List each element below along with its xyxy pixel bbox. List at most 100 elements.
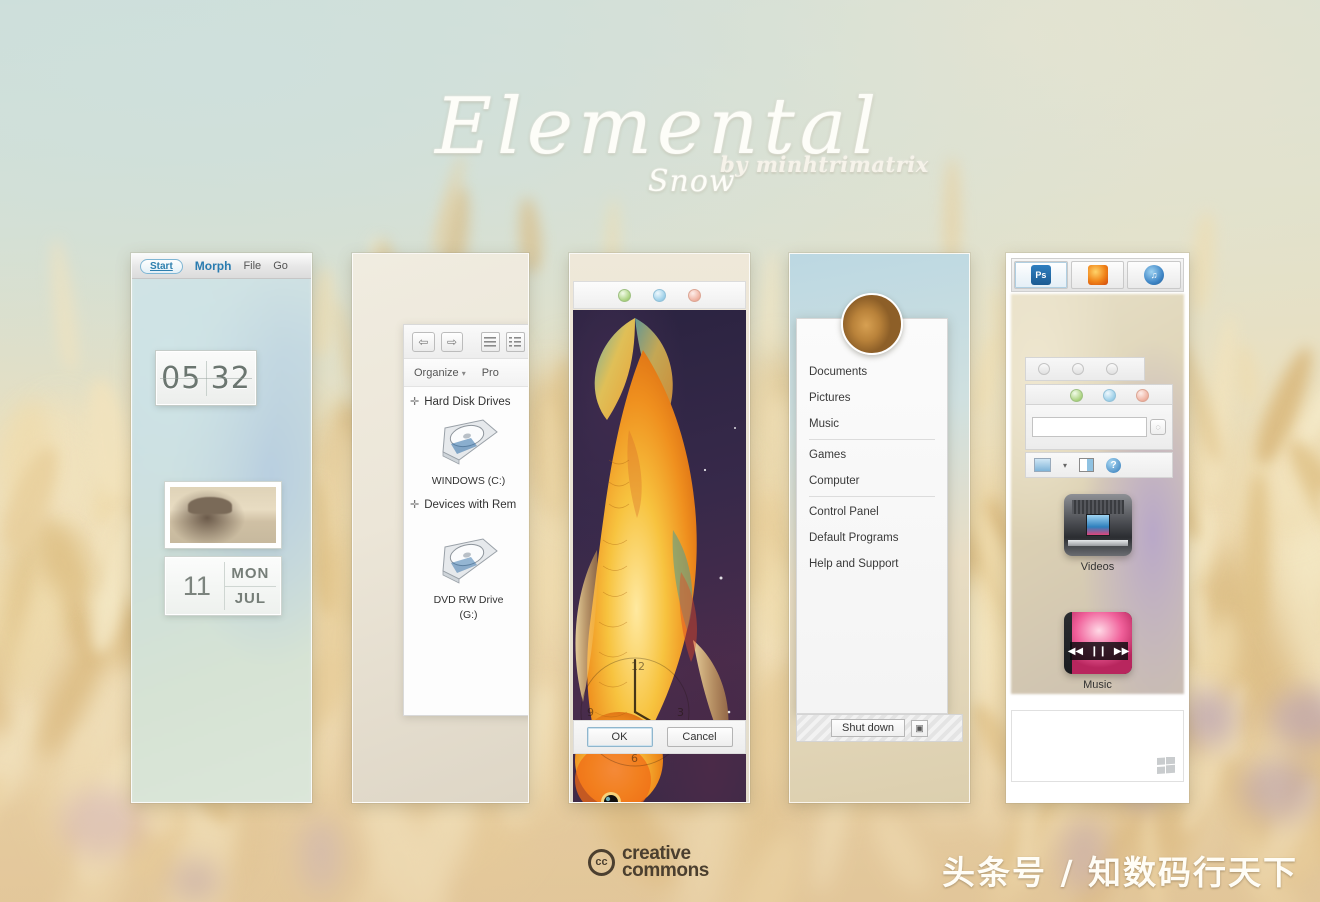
rock-shape xyxy=(188,497,232,514)
drive-label: WINDOWS (C:) xyxy=(404,475,529,488)
photoshop-icon: Ps xyxy=(1031,265,1051,285)
lion-avatar[interactable] xyxy=(841,293,903,355)
sidebar-item-pictures[interactable]: Pictures xyxy=(797,385,947,411)
drive-label-2: (G:) xyxy=(404,609,529,622)
taskbar-item-itunes[interactable]: ♫ xyxy=(1127,261,1181,289)
window-chrome-row-gray xyxy=(1025,357,1145,381)
minimize-button[interactable] xyxy=(1070,389,1083,402)
video-folder-icon xyxy=(1064,494,1132,556)
maximize-icon[interactable] xyxy=(1072,363,1084,375)
shutdown-options-icon[interactable]: ▣ xyxy=(911,720,928,737)
toolbar-row: ▾ ? xyxy=(1025,452,1173,478)
panel-start-menu: Documents Pictures Music Games Computer … xyxy=(789,253,970,803)
details-view-icon[interactable] xyxy=(506,332,525,352)
sidebar-item-documents[interactable]: Documents xyxy=(797,359,947,385)
taskbar-item-firefox[interactable] xyxy=(1071,261,1125,289)
folder-label: Videos xyxy=(1064,561,1132,573)
panel-fish-dialog: 12 3 69 OK Cancel xyxy=(569,253,750,803)
picture-icon[interactable] xyxy=(1034,458,1051,472)
chevron-down-icon[interactable]: ▾ xyxy=(1063,461,1067,470)
firefox-icon xyxy=(1088,265,1108,285)
hard-disk-icon xyxy=(437,416,501,468)
date-day-number: 11 xyxy=(170,562,225,610)
drive-label: DVD RW Drive xyxy=(404,594,529,607)
forward-icon[interactable]: ▶▶ xyxy=(1114,646,1129,657)
group-label: Devices with Rem xyxy=(424,499,516,511)
back-arrow-icon[interactable]: ⇦ xyxy=(412,332,435,352)
group-header-removable[interactable]: ✛ Devices with Rem xyxy=(404,490,529,515)
search-row: ◌ xyxy=(1025,404,1173,450)
rewind-icon[interactable]: ◀◀ xyxy=(1068,646,1083,657)
windows-logo-icon xyxy=(1157,757,1175,775)
sidebar-item-help-and-support[interactable]: Help and Support xyxy=(797,551,947,577)
group-label: Hard Disk Drives xyxy=(424,396,510,408)
panel-taskbar-folders: Ps ♫ ◌ ▾ ? Videos ◀◀ ❙❙ ▶▶ Music xyxy=(1006,253,1189,803)
landscape-photo-icon xyxy=(170,487,276,543)
date-month: JUL xyxy=(225,586,276,611)
clock-minutes: 32 xyxy=(206,361,256,396)
menu-separator xyxy=(809,439,935,440)
minimize-icon[interactable] xyxy=(1038,363,1050,375)
sidebar-item-control-panel[interactable]: Control Panel xyxy=(797,499,947,525)
itunes-icon: ♫ xyxy=(1144,265,1164,285)
music-folder-icon: ◀◀ ❙❙ ▶▶ xyxy=(1064,612,1132,674)
date-weekday: MON xyxy=(225,562,276,586)
search-input[interactable] xyxy=(1032,417,1147,437)
creative-commons-logo: cc creative commons xyxy=(588,845,709,879)
explorer-window: ⇦ ⇨ Organize ▾ Pro ✛ Hard Disk Drives WI… xyxy=(403,324,529,716)
panel-file-explorer: ⇦ ⇨ Organize ▾ Pro ✛ Hard Disk Drives WI… xyxy=(352,253,529,803)
start-menu: Documents Pictures Music Games Computer … xyxy=(796,318,948,714)
explorer-toolbar: Organize ▾ Pro xyxy=(404,359,529,387)
cc-line-2: commons xyxy=(622,862,709,879)
date-right: MON JUL xyxy=(225,562,276,610)
ok-button[interactable]: OK xyxy=(587,727,653,747)
menu-item-go[interactable]: Go xyxy=(273,260,288,272)
menu-separator xyxy=(809,496,935,497)
flip-clock-widget: 05 32 xyxy=(156,351,256,405)
list-view-icon[interactable] xyxy=(481,332,500,352)
optical-drive-icon xyxy=(437,535,501,587)
taskbar: Ps ♫ xyxy=(1011,258,1184,292)
explorer-nav-row: ⇦ ⇨ xyxy=(404,325,529,359)
pause-icon[interactable]: ❙❙ xyxy=(1090,646,1107,657)
menu-item-morph[interactable]: Morph xyxy=(195,259,232,273)
menu-item-file[interactable]: File xyxy=(243,260,261,272)
channel-watermark: 头条号 / 知数码行天下 xyxy=(942,846,1298,894)
forward-arrow-icon[interactable]: ⇨ xyxy=(441,332,464,352)
minimize-button[interactable] xyxy=(618,289,631,302)
panel-morph-desktop: Start Morph File Go 05 32 11 MON JUL xyxy=(131,253,312,803)
panel-icon[interactable] xyxy=(1079,458,1094,472)
maximize-button[interactable] xyxy=(1103,389,1116,402)
maximize-button[interactable] xyxy=(653,289,666,302)
expander-icon: ✛ xyxy=(410,498,419,511)
properties-button[interactable]: Pro xyxy=(482,367,499,379)
svg-text:3: 3 xyxy=(677,706,684,719)
shutdown-button[interactable]: Shut down xyxy=(831,719,905,737)
drive-item-windows[interactable]: WINDOWS (C:) xyxy=(404,412,529,490)
sidebar-item-games[interactable]: Games xyxy=(797,442,947,468)
close-button[interactable] xyxy=(688,289,701,302)
sidebar-item-music[interactable]: Music xyxy=(797,411,947,437)
folder-label: Music xyxy=(1064,679,1132,691)
title-byline: by minhtrimatrix xyxy=(720,152,929,177)
organize-button[interactable]: Organize ▾ xyxy=(414,367,466,379)
start-button[interactable]: Start xyxy=(140,259,183,274)
close-button[interactable] xyxy=(1136,389,1149,402)
help-icon[interactable]: ? xyxy=(1106,458,1121,473)
folder-item-music[interactable]: ◀◀ ❙❙ ▶▶ Music xyxy=(1064,612,1132,691)
folder-item-videos[interactable]: Videos xyxy=(1064,494,1132,573)
cc-ring-icon: cc xyxy=(588,849,615,876)
cancel-button[interactable]: Cancel xyxy=(667,727,733,747)
window-chrome-row-color xyxy=(1025,384,1173,406)
taskbar-item-photoshop[interactable]: Ps xyxy=(1014,261,1068,289)
close-icon[interactable] xyxy=(1106,363,1118,375)
date-widget: 11 MON JUL xyxy=(165,557,281,615)
chevron-down-icon: ▾ xyxy=(462,369,466,378)
photo-widget[interactable] xyxy=(165,482,281,548)
search-icon[interactable]: ◌ xyxy=(1150,419,1166,435)
group-header-hard-disk[interactable]: ✛ Hard Disk Drives xyxy=(404,387,529,412)
clock-hours: 05 xyxy=(157,361,206,396)
drive-item-dvd[interactable]: DVD RW Drive (G:) xyxy=(404,531,529,624)
sidebar-item-default-programs[interactable]: Default Programs xyxy=(797,525,947,551)
sidebar-item-computer[interactable]: Computer xyxy=(797,468,947,494)
